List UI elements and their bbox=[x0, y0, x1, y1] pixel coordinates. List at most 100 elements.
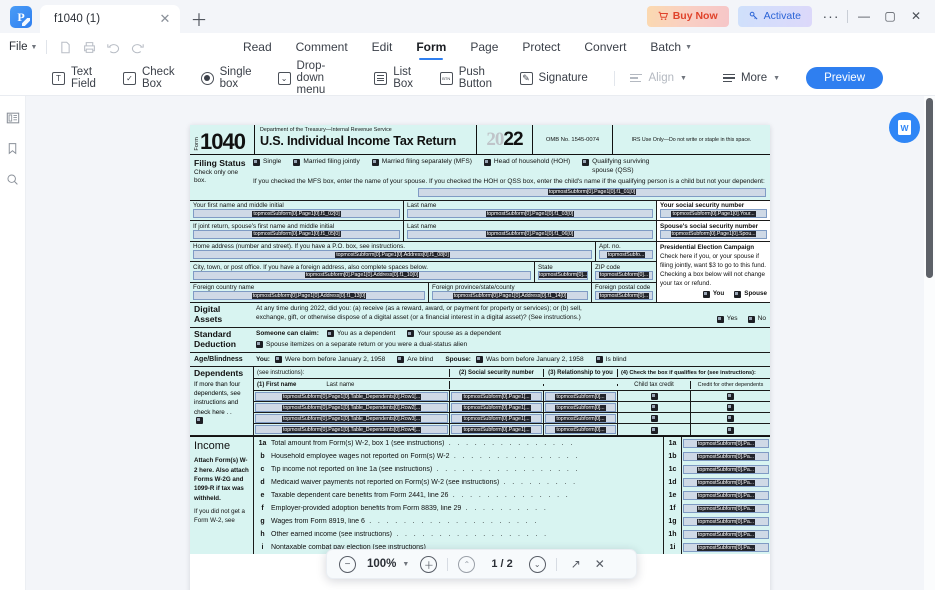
align-menu[interactable]: Align ▼ bbox=[630, 72, 687, 84]
presidential-you-option[interactable]: You bbox=[703, 290, 724, 298]
checkbox-icon[interactable] bbox=[397, 356, 404, 363]
checkbox-icon[interactable] bbox=[327, 330, 334, 337]
document-workspace[interactable]: Form 1040 Department of the Treasury—Int… bbox=[26, 96, 921, 590]
checkbox-icon[interactable] bbox=[596, 356, 603, 363]
checkbox-icon[interactable] bbox=[484, 159, 491, 166]
previous-page-button[interactable]: ⌃ bbox=[458, 556, 475, 573]
bookmark-icon[interactable] bbox=[5, 141, 20, 156]
your-ssn-input[interactable]: topmostSubform[0].Page1[0].Your... bbox=[660, 209, 767, 218]
zoom-dropdown-icon[interactable]: ▼ bbox=[402, 561, 409, 568]
new-tab-icon[interactable]: ＋ bbox=[186, 5, 212, 31]
tab-form[interactable]: Form bbox=[404, 33, 458, 61]
checkbox-icon[interactable] bbox=[734, 291, 741, 298]
tab-protect[interactable]: Protect bbox=[510, 33, 572, 61]
claim-spouse-option[interactable]: Your spouse as a dependent bbox=[407, 330, 501, 339]
line-field[interactable]: topmostSubform[0].Pa... bbox=[682, 516, 770, 527]
single-box-tool[interactable]: Single box bbox=[201, 66, 252, 90]
more-options-icon[interactable]: ··· bbox=[818, 4, 844, 28]
filing-option-qss[interactable]: Qualifying surviving spouse (QSS) bbox=[582, 158, 670, 175]
spouse-first-name-input[interactable]: topmostSubform[0].Page1[0].f1_05[0] bbox=[193, 230, 400, 239]
spouse-last-name-input[interactable]: topmostSubform[0].Page1[0].f1_06[0] bbox=[407, 230, 653, 239]
line-field[interactable]: topmostSubform[0].Pa... bbox=[682, 490, 770, 501]
tab-comment[interactable]: Comment bbox=[284, 33, 360, 61]
zip-input[interactable]: topmostSubform[0]... bbox=[595, 271, 653, 280]
checkbox-icon[interactable] bbox=[293, 159, 300, 166]
line-field[interactable]: topmostSubform[0].Pa... bbox=[682, 503, 770, 514]
signature-tool[interactable]: ✎ Signature bbox=[520, 72, 588, 85]
digital-assets-yes[interactable]: Yes bbox=[717, 315, 738, 324]
checkbox-icon[interactable] bbox=[727, 404, 734, 411]
vertical-scrollbar[interactable] bbox=[924, 96, 935, 590]
list-box-tool[interactable]: List Box bbox=[374, 66, 414, 90]
filing-option-married-jointly[interactable]: Married filing jointly bbox=[293, 158, 359, 167]
dependent-name-input[interactable]: topmostSubform[0].Page1[0].Table_Depende… bbox=[255, 414, 448, 423]
search-icon[interactable] bbox=[5, 172, 20, 187]
line-field[interactable]: topmostSubform[0].Pa... bbox=[682, 438, 770, 449]
tab-edit[interactable]: Edit bbox=[360, 33, 405, 61]
line-field[interactable]: topmostSubform[0].Pa... bbox=[682, 464, 770, 475]
state-input[interactable]: topmostSubform[0]... bbox=[538, 271, 588, 280]
tab-convert[interactable]: Convert bbox=[572, 33, 638, 61]
tab-read[interactable]: Read bbox=[231, 33, 284, 61]
checkbox-icon[interactable] bbox=[253, 159, 260, 166]
checkbox-icon[interactable] bbox=[748, 316, 755, 323]
dependent-ssn-input[interactable]: topmostSubform[0].Page1[... bbox=[451, 425, 542, 434]
dependent-ssn-input[interactable]: topmostSubform[0].Page1[... bbox=[451, 403, 542, 412]
tab-batch[interactable]: Batch▼ bbox=[638, 33, 704, 61]
dependent-name-input[interactable]: topmostSubform[0].Page1[0].Table_Depende… bbox=[255, 403, 448, 412]
dropdown-menu-tool[interactable]: ⌄ Drop-down menu bbox=[278, 60, 349, 96]
fullscreen-button[interactable]: ↗ bbox=[567, 555, 585, 573]
document-tab[interactable]: f1040 (1) ✕ bbox=[40, 5, 180, 33]
city-input[interactable]: topmostSubform[0].Page1[0].Address[0].f1… bbox=[193, 271, 531, 280]
line-field[interactable]: topmostSubform[0].Pa... bbox=[682, 451, 770, 462]
tab-page[interactable]: Page bbox=[458, 33, 510, 61]
claim-you-option[interactable]: You as a dependent bbox=[327, 330, 395, 339]
you-born-before-option[interactable]: Were born before January 2, 1958 bbox=[275, 356, 385, 365]
dependent-relationship-input[interactable]: topmostSubform[0]... bbox=[545, 392, 616, 401]
dependent-ssn-input[interactable]: topmostSubform[0].Page1[... bbox=[451, 392, 542, 401]
dependent-name-input[interactable]: topmostSubform[0].Page1[0].Table_Depende… bbox=[255, 392, 448, 401]
checkbox-icon[interactable] bbox=[717, 316, 724, 323]
last-name-input[interactable]: topmostSubform[0].Page1[0].f1_03[0] bbox=[407, 209, 653, 218]
spouse-itemizes-option[interactable]: Spouse itemizes on a separate return or … bbox=[256, 341, 467, 350]
spouse-blind-option[interactable]: Is blind bbox=[596, 356, 627, 365]
thumbnails-icon[interactable] bbox=[5, 110, 20, 125]
checkbox-icon[interactable] bbox=[703, 291, 710, 298]
dependent-relationship-input[interactable]: topmostSubform[0]... bbox=[545, 414, 616, 423]
checkbox-icon[interactable] bbox=[727, 415, 734, 422]
check-box-tool[interactable]: ✓ Check Box bbox=[123, 66, 175, 90]
dependent-relationship-input[interactable]: topmostSubform[0]... bbox=[545, 403, 616, 412]
spouse-ssn-input[interactable]: topmostSubform[0].Page1[0].Spou... bbox=[660, 230, 767, 239]
checkbox-icon[interactable] bbox=[476, 356, 483, 363]
checkbox-icon[interactable] bbox=[407, 330, 414, 337]
checkbox-icon[interactable] bbox=[651, 415, 658, 422]
text-field-tool[interactable]: T Text Field bbox=[52, 66, 97, 90]
home-address-input[interactable]: topmostSubform[0].Page1[0].Address[0].f1… bbox=[193, 250, 592, 259]
checkbox-icon[interactable] bbox=[651, 427, 658, 434]
word-convert-icon[interactable]: W bbox=[889, 112, 920, 143]
close-tab-icon[interactable]: ✕ bbox=[156, 10, 174, 28]
foreign-country-input[interactable]: topmostSubform[0].Page1[0].Address[0].f1… bbox=[193, 291, 425, 300]
zoom-in-button[interactable]: ＋ bbox=[420, 556, 437, 573]
maximize-icon[interactable]: ▢ bbox=[877, 4, 903, 28]
foreign-postal-input[interactable]: topmostSubform[0]... bbox=[595, 291, 653, 300]
checkbox-icon[interactable] bbox=[196, 417, 203, 424]
filing-option-hoh[interactable]: Head of household (HOH) bbox=[484, 158, 570, 167]
digital-assets-no[interactable]: No bbox=[748, 315, 766, 324]
foreign-province-input[interactable]: topmostSubform[0].Page1[0].Address[0].f1… bbox=[432, 291, 588, 300]
checkbox-icon[interactable] bbox=[275, 356, 282, 363]
preview-button[interactable]: Preview bbox=[806, 67, 883, 89]
checkbox-icon[interactable] bbox=[256, 341, 263, 348]
checkbox-icon[interactable] bbox=[372, 159, 379, 166]
checkbox-icon[interactable] bbox=[651, 404, 658, 411]
line-field[interactable]: topmostSubform[0].Pa... bbox=[682, 529, 770, 540]
more-menu[interactable]: More ▼ bbox=[723, 72, 780, 84]
filing-option-single[interactable]: Single bbox=[253, 158, 281, 167]
apt-input[interactable]: topmostSubfo... bbox=[599, 250, 653, 259]
activate-button[interactable]: Activate bbox=[738, 6, 812, 27]
pdf-page[interactable]: Form 1040 Department of the Treasury—Int… bbox=[190, 125, 770, 590]
zoom-out-button[interactable]: − bbox=[339, 556, 356, 573]
dependent-name-input[interactable]: topmostSubform[0].Page1[0].Table_Depende… bbox=[255, 425, 448, 434]
you-blind-option[interactable]: Are blind bbox=[397, 356, 433, 365]
line-field[interactable]: topmostSubform[0].Pa... bbox=[682, 477, 770, 488]
